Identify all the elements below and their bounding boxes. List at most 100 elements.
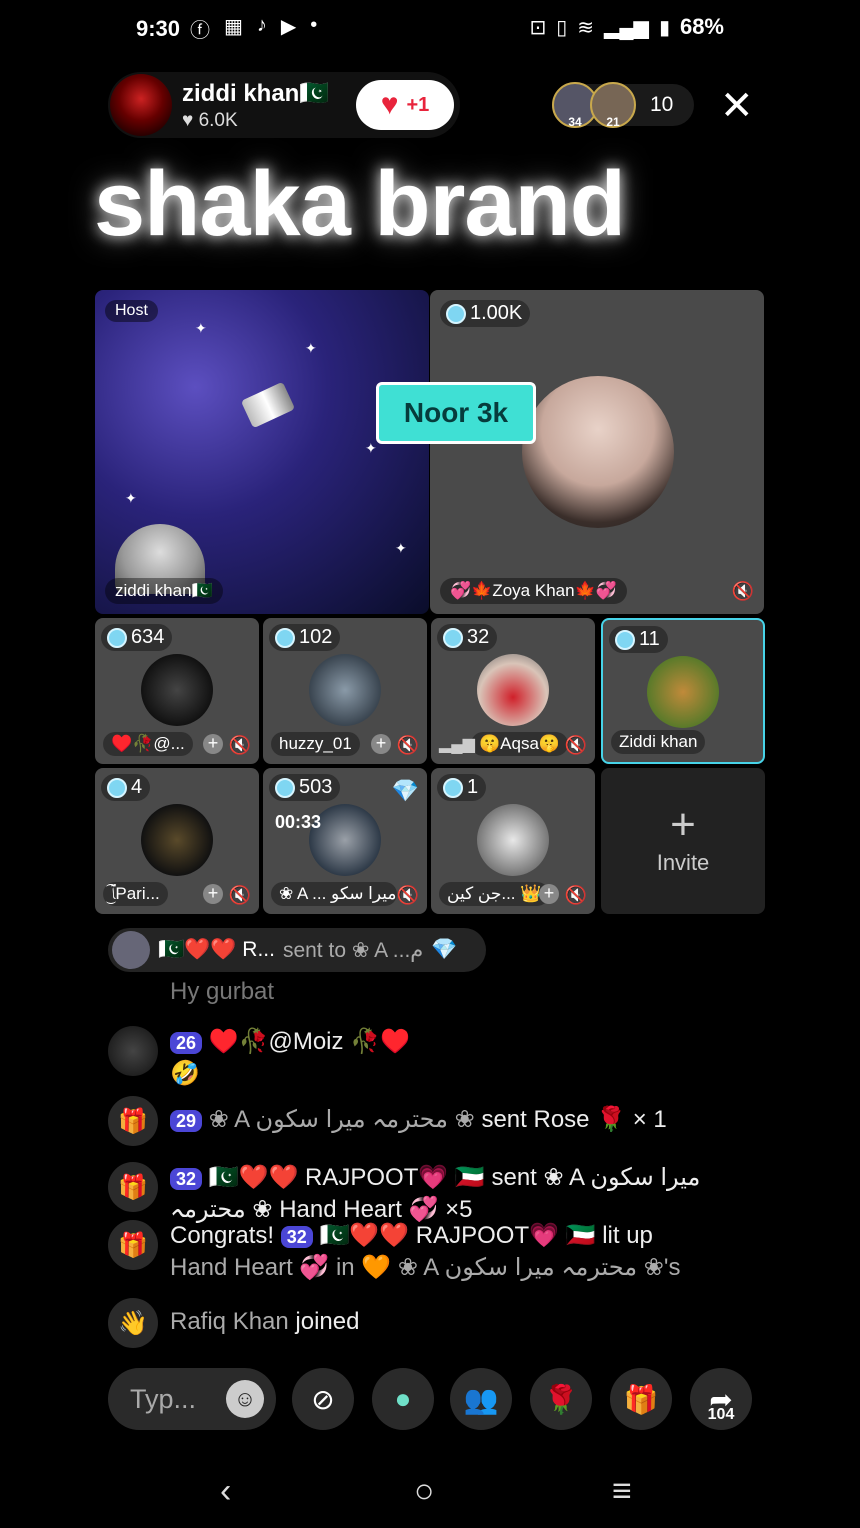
avatar[interactable] [309, 654, 381, 726]
viewer-avatar[interactable]: 21 [590, 82, 636, 129]
vibrate-icon: ▯ [556, 16, 568, 39]
chat-text: 🇵🇰❤️❤️ RAJPOOT💗 🇰🇼 lit up [319, 1222, 653, 1249]
add-icon[interactable]: + [539, 884, 559, 904]
mic-muted-icon: 🔇 [564, 735, 587, 755]
joined-user: Rafiq Khan [170, 1308, 289, 1335]
chat-text: sent Rose 🌹 × 1 [481, 1106, 667, 1133]
mic-muted-icon: 🔇 [228, 735, 251, 755]
coin-icon [107, 777, 127, 798]
facebook-icon: ⓕ [190, 20, 210, 42]
avatar[interactable] [477, 654, 549, 726]
rose-icon: 🌹 [543, 1383, 579, 1415]
follow-plus: +1 [406, 93, 430, 116]
share-button[interactable]: ➦ 104 [690, 1368, 752, 1430]
chat-message: 🎁 Congrats! 32 🇵🇰❤️❤️ RAJPOOT💗 🇰🇼 lit up… [108, 1220, 730, 1284]
coin-icon [275, 627, 295, 648]
follow-button[interactable]: ♥ +1 [356, 80, 454, 130]
coin-count: 4 [101, 774, 151, 801]
coin-count: 102 [269, 624, 341, 651]
coin-icon [443, 777, 463, 798]
level-badge: 29 [170, 1109, 203, 1132]
emoji-icon[interactable]: ☺ [226, 1380, 264, 1418]
heart-icon: ♥ [380, 88, 399, 121]
chat-text: Hand Heart 💞 in 🧡 ❀ A محترمہ میرا سکون ❀… [170, 1254, 681, 1281]
seat-5[interactable]: 4 ﭑ͜͡Pari... + 🔇 [95, 768, 259, 914]
mic-muted-icon: 🔇 [564, 885, 587, 905]
seat-2[interactable]: 102 huzzy_01 + 🔇 [263, 618, 427, 764]
mic-muted-icon: 🔇 [228, 885, 251, 905]
chat-message: Hy gurbat [170, 978, 275, 1005]
tiktok-icon: ♪ [256, 14, 267, 36]
seat-1[interactable]: 634 ♥️🥀@... + 🔇 [95, 618, 259, 764]
avatar[interactable] [108, 1026, 158, 1076]
close-icon[interactable]: ✕ [720, 86, 754, 126]
avatar[interactable] [522, 376, 674, 528]
comment-placeholder: Typ... [130, 1383, 197, 1414]
invite-button[interactable]: + Invite [601, 768, 765, 914]
gift-icon: 💎 [431, 938, 458, 961]
coin-value: 11 [639, 628, 660, 650]
mic-button[interactable]: ● [372, 1368, 434, 1430]
coin-value: 634 [131, 626, 165, 648]
seat-4[interactable]: 11 Ziddi khan [601, 618, 765, 764]
avatar[interactable] [647, 656, 719, 728]
seat-6[interactable]: 503 00:33 💎 ❀ A ... میرا سکو 🔇 [263, 768, 427, 914]
add-icon[interactable]: + [203, 734, 223, 754]
seat-3[interactable]: 32 🤫Aqsa🤫 ▂▄▆ 🔇 [431, 618, 595, 764]
avatar[interactable] [477, 804, 549, 876]
level-badge: 32 [280, 1225, 313, 1248]
mic-muted-icon: 🔇 [396, 885, 419, 905]
host-name: ziddi khan🇵🇰 [182, 79, 330, 107]
host-likes-count: 6.0K [198, 109, 238, 131]
status-right: ⊡ ▯ ≋ ▂▄▆ ▮ 68% [529, 14, 724, 40]
seat-name: 💞🍁Zoya Khan🍁💞 [440, 578, 627, 604]
viewer-list[interactable]: 34 21 10 [552, 82, 694, 129]
level-badge: 32 [170, 1167, 203, 1190]
battery-level: 68% [679, 14, 724, 39]
gift-icon: 🎁 [108, 1096, 158, 1146]
seat-7[interactable]: 1 جن کین... 👑 + 🔇 [431, 768, 595, 914]
chat-message: 🎁 32 🇵🇰❤️❤️ RAJPOOT💗 🇰🇼 sent ❀ A میرا سک… [108, 1162, 730, 1226]
video-icon: ▶ [280, 16, 297, 38]
seat-name: جن کین... 👑 [439, 882, 550, 906]
invite-label: Invite [656, 850, 710, 875]
chat-text: 🇵🇰❤️❤️ RAJPOOT💗 🇰🇼 sent ❀ A میرا سکون [208, 1164, 701, 1191]
gift-button[interactable]: 🎁 [610, 1368, 672, 1430]
add-icon[interactable]: + [203, 884, 223, 904]
host-profile[interactable]: ziddi khan🇵🇰 ♥ 6.0K ♥ +1 [108, 72, 460, 138]
coin-count: 1.00K [440, 300, 531, 327]
add-icon[interactable]: + [371, 734, 391, 754]
host-seat[interactable]: ✦ ✦ ✦ ✦ ✦ Host ziddi khan🇵🇰 [95, 290, 429, 614]
avatar[interactable] [141, 654, 213, 726]
home-icon[interactable]: ○ [414, 1472, 435, 1511]
coin-count: 1 [437, 774, 487, 801]
gift-sender: 🇵🇰❤️❤️ R... [158, 938, 275, 961]
seat-zoya[interactable]: 1.00K 💞🍁Zoya Khan🍁💞 🔇 [430, 290, 764, 614]
share-count: 104 [707, 1406, 735, 1423]
gift-icon: 🎁 [108, 1220, 158, 1270]
back-icon[interactable]: ‹ [220, 1472, 231, 1511]
coin-count: 11 [609, 626, 668, 653]
chat-lead: Congrats! [170, 1222, 275, 1249]
camera-off-button[interactable]: ⊘ [292, 1368, 354, 1430]
seat-name: Ziddi khan [611, 730, 706, 754]
plus-icon: + [670, 800, 696, 849]
signal-icon: ▂▄▆ [604, 16, 649, 39]
battery-icon: ▮ [658, 16, 670, 39]
room-title: shaka brand [94, 153, 626, 255]
coin-icon [446, 303, 466, 324]
seat-name: ❀ A ... میرا سکو [271, 882, 397, 906]
gift-icon: 🎁 [108, 1162, 158, 1212]
coin-value: 503 [299, 776, 333, 798]
noor-badge: Noor 3k [376, 382, 536, 444]
rose-button[interactable]: 🌹 [530, 1368, 592, 1430]
mic-muted-icon: 🔇 [396, 735, 419, 755]
guests-button[interactable]: 👥 [450, 1368, 512, 1430]
camera-off-icon: ⊘ [311, 1383, 335, 1415]
chat-sender: ❀ A محترمہ میرا سکون ❀ [208, 1106, 475, 1133]
recents-icon[interactable]: ≡ [612, 1472, 632, 1511]
avatar[interactable] [141, 804, 213, 876]
dot-icon: • [310, 14, 318, 36]
seat-name: 🤫Aqsa🤫 [471, 732, 569, 756]
host-avatar[interactable] [110, 74, 172, 136]
